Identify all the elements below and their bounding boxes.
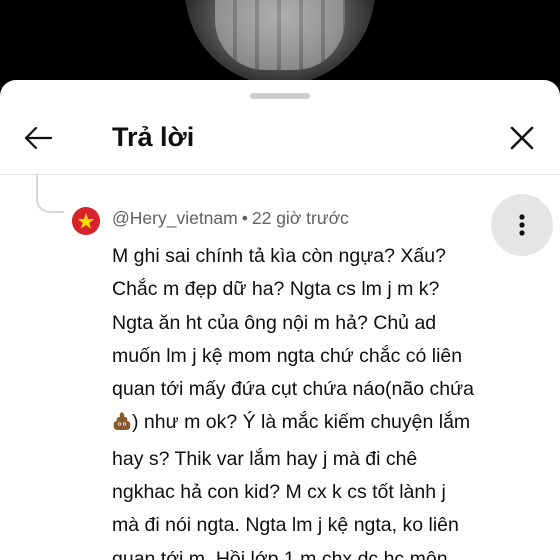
comment-author[interactable]: @Hery_vietnam — [112, 208, 238, 228]
meta-separator: • — [241, 208, 248, 228]
drag-handle[interactable] — [250, 93, 310, 99]
comment-line: mà đi nói ngta. Ngta lm j kệ ngta, ko li… — [112, 514, 459, 537]
page-title: Trả lời — [112, 122, 195, 152]
comment-line-text: ) như m ok? Ý là mắc kiếm chuyện lắm — [132, 411, 471, 434]
back-button[interactable] — [18, 118, 58, 158]
close-icon — [510, 126, 534, 150]
arrow-left-icon — [24, 126, 53, 150]
sheet-header: Trả lời — [0, 102, 560, 172]
comment-time: 22 giờ trước — [251, 208, 349, 228]
comment-line: Ngta ăn ht của ông nội m hả? Chủ ad — [112, 311, 437, 334]
close-button[interactable] — [502, 118, 542, 158]
more-vertical-icon — [519, 214, 525, 236]
header-divider — [0, 174, 560, 175]
vietnam-flag-icon — [72, 207, 100, 235]
comment-line-with-emoji: ) như m ok? Ý là mắc kiếm chuyện lắm — [112, 406, 512, 442]
comment-line: Chắc m đẹp dữ ha? Ngta cs lm j m k? — [112, 278, 440, 301]
comment-line: muốn lm j kệ mom ngta chứ chắc có liên — [112, 344, 463, 367]
comment-line: M ghi sai chính tả kìa còn ngựa? Xấu? — [112, 245, 446, 267]
avatar[interactable] — [72, 207, 100, 235]
comment-line: quan tới mấy đứa cụt chứa náo(não chứa — [112, 378, 474, 401]
comment-line: ngkhac hả con kid? M cx k cs tốt lành j — [112, 481, 446, 504]
comment-body: M ghi sai chính tả kìa còn ngựa? Xấu? Ch… — [112, 240, 512, 560]
comment-line: quan tới m. Hồi lớp 1 m chx dc hc môn — [112, 547, 448, 560]
thread-connector — [36, 175, 64, 213]
video-frame-detail — [215, 0, 345, 70]
pile-of-poo-icon — [112, 409, 132, 442]
replies-sheet: Trả lời @Hery_vietnam • 22 giờ trước M g… — [0, 80, 560, 560]
comment-meta: @Hery_vietnam • 22 giờ trước — [112, 208, 349, 229]
comment-line: hay s? Thik var lắm hay j mà đi chê — [112, 447, 418, 470]
